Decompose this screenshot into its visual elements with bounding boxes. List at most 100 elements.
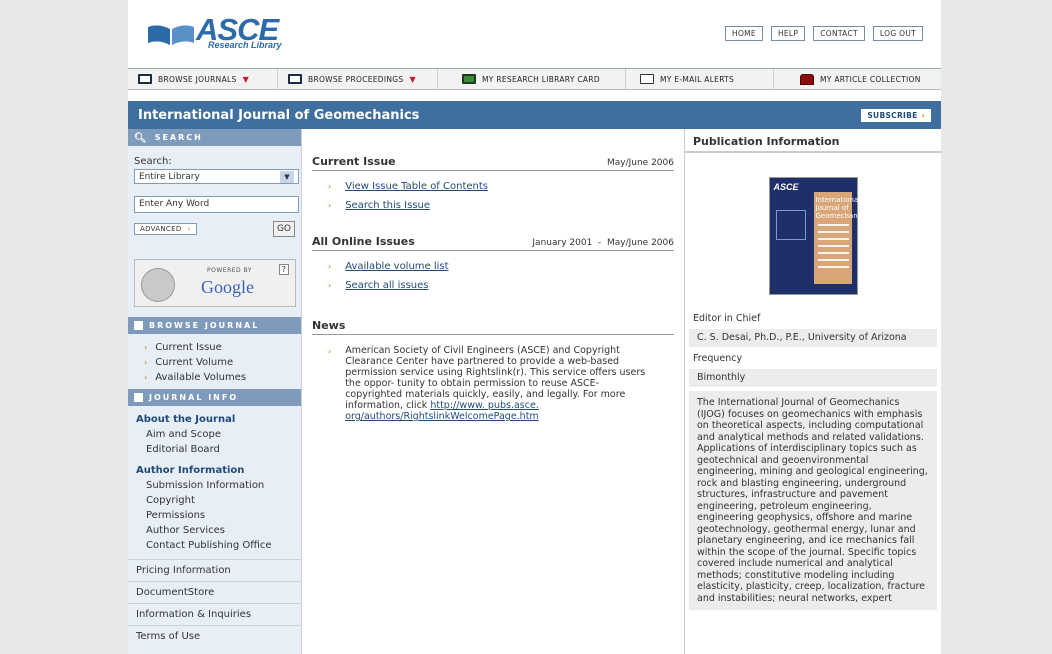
document-store-link[interactable]: DocumentStore bbox=[128, 581, 301, 603]
current-issue-links: › View Issue Table of Contents › Search th… bbox=[312, 171, 674, 215]
publication-info-panel: Publication Information ASCE Internation… bbox=[684, 129, 941, 654]
frequency-label: Frequency bbox=[693, 353, 743, 364]
dropdown-caret-icon: ▼ bbox=[242, 74, 250, 84]
journal-info-header: JOURNAL INFO bbox=[128, 389, 301, 406]
online-issues-links: › Available volume list › Search all issue… bbox=[312, 251, 674, 295]
subscribe-button[interactable]: SUBSCRIBE › bbox=[861, 108, 931, 122]
view-toc-link[interactable]: › View Issue Table of Contents bbox=[328, 177, 674, 196]
library-card-label: MY RESEARCH LIBRARY CARD bbox=[482, 74, 600, 84]
link-label: View Issue Table of Contents bbox=[345, 181, 488, 192]
help-icon[interactable]: ? bbox=[278, 264, 289, 275]
email-alerts-label: MY E-MAIL ALERTS bbox=[660, 74, 735, 84]
chevron-down-icon: ▼ bbox=[280, 170, 294, 183]
arrow-right-icon: › bbox=[921, 110, 925, 120]
pricing-info-link[interactable]: Pricing Information bbox=[128, 559, 301, 581]
asce-logo[interactable]: ASCE Research Library bbox=[146, 14, 296, 54]
browse-journals-menu[interactable]: BROWSE JOURNALS ▼ bbox=[128, 69, 278, 89]
online-issues-header: All Online Issues January 2001 - May/Jun… bbox=[312, 235, 674, 251]
research-library-card-link[interactable]: MY RESEARCH LIBRARY CARD bbox=[438, 69, 626, 89]
search-scope-select[interactable]: Entire Library ▼ bbox=[134, 169, 299, 184]
volume-list-link[interactable]: › Available volume list bbox=[328, 257, 674, 276]
browse-journal-list: › Current Issue › Current Volume › Availabl… bbox=[128, 334, 301, 389]
news-header: News bbox=[312, 319, 674, 335]
advanced-label: ADVANCED bbox=[140, 225, 182, 233]
online-issues-title: All Online Issues bbox=[312, 235, 415, 248]
search-heading: SEARCH bbox=[154, 133, 203, 142]
online-issues-section: All Online Issues January 2001 - May/Jun… bbox=[312, 235, 674, 295]
sidebar-item-current-issue[interactable]: › Current Issue bbox=[128, 340, 301, 355]
link-label: Search all issues bbox=[345, 280, 429, 291]
journal-description: The International Journal of Geomechanic… bbox=[689, 391, 937, 610]
sidebar-item-available-volumes[interactable]: › Available Volumes bbox=[128, 370, 301, 385]
submission-info-link[interactable]: Submission Information bbox=[128, 478, 301, 493]
book-icon bbox=[148, 25, 194, 45]
editor-label: Editor in Chief bbox=[693, 313, 761, 324]
browse-proceedings-menu[interactable]: BROWSE PROCEEDINGS ▼ bbox=[278, 69, 438, 89]
search-ball-icon bbox=[141, 268, 175, 302]
home-button[interactable]: HOME bbox=[725, 26, 763, 41]
search-all-link[interactable]: › Search all issues bbox=[328, 276, 674, 295]
online-issues-date: January 2001 - May/June 2006 bbox=[532, 238, 674, 248]
search-box: Search: Entire Library ▼ Enter Any Word … bbox=[128, 146, 301, 247]
about-journal-link[interactable]: About the Journal bbox=[128, 412, 301, 427]
main-content: Current Issue May/June 2006 › View Issue … bbox=[302, 129, 684, 654]
dropdown-caret-icon: ▼ bbox=[409, 74, 416, 84]
search-label: Search: bbox=[134, 156, 172, 167]
editor-value: C. S. Desai, Ph.D., P.E., University of … bbox=[689, 329, 937, 347]
logout-button[interactable]: LOG OUT bbox=[872, 26, 923, 41]
news-section: News › American Society of Civil Enginee… bbox=[312, 319, 674, 422]
link-label: Search this Issue bbox=[345, 200, 431, 211]
author-information-link[interactable]: Author Information bbox=[128, 463, 301, 478]
cover-brand: ASCE bbox=[773, 182, 799, 192]
contact-button[interactable]: CONTACT bbox=[813, 26, 865, 41]
info-inquiries-link[interactable]: Information & Inquiries bbox=[128, 603, 301, 625]
search-section-header: 🔍︎ SEARCH bbox=[128, 129, 301, 146]
journal-info-heading: JOURNAL INFO bbox=[149, 393, 239, 402]
google-logo: Google bbox=[201, 277, 254, 297]
advanced-search-button[interactable]: ADVANCED › bbox=[134, 223, 197, 235]
author-info-group: Author Information Submission Informatio… bbox=[128, 457, 301, 553]
envelope-icon bbox=[640, 74, 654, 84]
card-icon bbox=[462, 74, 476, 84]
bullet-icon: › bbox=[144, 373, 148, 382]
info-icon bbox=[134, 393, 143, 402]
bottom-links: Pricing Information DocumentStore Inform… bbox=[128, 559, 301, 647]
search-input[interactable]: Enter Any Word bbox=[134, 196, 299, 213]
sidebar-item-label: Current Issue bbox=[155, 342, 222, 353]
current-issue-date: May/June 2006 bbox=[606, 158, 674, 168]
article-collection-link[interactable]: MY ARTICLE COLLECTION bbox=[774, 69, 931, 89]
search-scope-value: Entire Library bbox=[139, 171, 200, 182]
bullet-icon: › bbox=[144, 343, 148, 352]
page-title: International Journal of Geomechanics bbox=[138, 107, 420, 123]
google-search-badge[interactable]: POWERED BY Google ? bbox=[134, 259, 296, 307]
about-journal-group: About the Journal Aim and Scope Editoria… bbox=[128, 406, 301, 457]
current-issue-header: Current Issue May/June 2006 bbox=[312, 155, 674, 171]
terms-of-use-link[interactable]: Terms of Use bbox=[128, 625, 301, 647]
email-alerts-link[interactable]: MY E-MAIL ALERTS bbox=[626, 69, 774, 89]
browse-journal-header: BROWSE JOURNAL bbox=[128, 317, 301, 334]
publication-info-heading: Publication Information bbox=[685, 131, 941, 153]
permissions-link[interactable]: Permissions bbox=[128, 508, 301, 523]
search-issue-link[interactable]: › Search this Issue bbox=[328, 196, 674, 215]
subscribe-label: SUBSCRIBE bbox=[867, 110, 918, 120]
go-button[interactable]: GO bbox=[272, 221, 295, 237]
main-toolbar: BROWSE JOURNALS ▼ BROWSE PROCEEDINGS ▼ M… bbox=[128, 68, 941, 90]
briefcase-icon bbox=[800, 73, 814, 85]
cover-journal-name: International Journal of Geomechanics bbox=[815, 196, 868, 220]
journal-titlebar: International Journal of Geomechanics SU… bbox=[128, 101, 941, 129]
sidebar-item-label: Available Volumes bbox=[155, 372, 247, 383]
help-button[interactable]: HELP bbox=[770, 26, 806, 41]
author-services-link[interactable]: Author Services bbox=[128, 523, 301, 538]
copyright-link[interactable]: Copyright bbox=[128, 493, 301, 508]
browse-journals-label: BROWSE JOURNALS bbox=[158, 74, 237, 84]
editorial-board-link[interactable]: Editorial Board bbox=[128, 442, 301, 457]
aim-scope-link[interactable]: Aim and Scope bbox=[128, 427, 301, 442]
news-title: News bbox=[312, 319, 346, 332]
journal-cover-image: ASCE International Journal of Geomechani… bbox=[768, 177, 867, 295]
powered-by-label: POWERED BY bbox=[207, 267, 253, 274]
browse-proceedings-label: BROWSE PROCEEDINGS bbox=[308, 74, 404, 84]
contact-publishing-link[interactable]: Contact Publishing Office bbox=[128, 538, 301, 553]
sidebar-item-label: Current Volume bbox=[155, 357, 234, 368]
sidebar-item-current-volume[interactable]: › Current Volume bbox=[128, 355, 301, 370]
bullet-icon: › bbox=[144, 358, 148, 367]
